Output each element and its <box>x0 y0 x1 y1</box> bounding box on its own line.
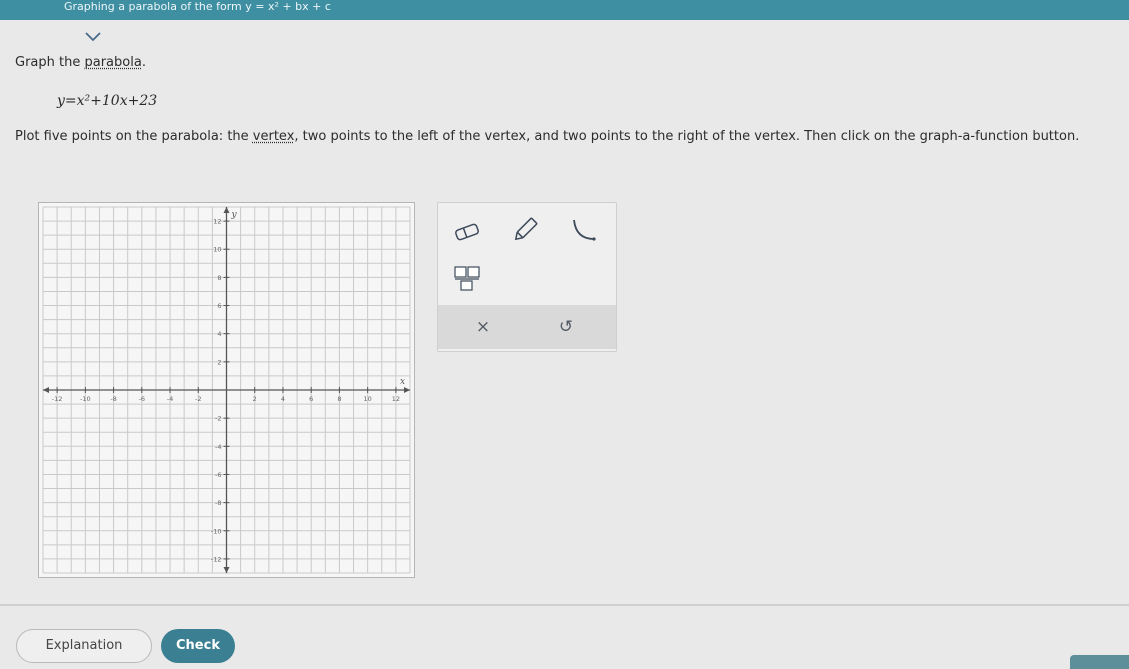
explanation-button[interactable]: Explanation <box>16 629 152 663</box>
y-tick-label: -8 <box>215 499 221 507</box>
divider <box>0 604 1129 606</box>
corner-tab <box>1070 655 1129 669</box>
y-tick-label: 2 <box>217 358 221 366</box>
y-tick-label: -2 <box>215 415 221 423</box>
header-bar: Graphing a parabola of the form y = x² +… <box>0 0 1129 20</box>
pencil-icon[interactable] <box>508 215 542 245</box>
graph-area[interactable]: x y -12 -10 -8 -6 -4 -2 2 4 6 8 10 12 12 10 8 6 4 2 -2 -4 -6 -8… <box>38 202 415 578</box>
prompt-text: Graph the <box>15 55 85 70</box>
fraction-icon[interactable] <box>450 263 484 293</box>
parabola-tool-icon[interactable] <box>566 215 600 245</box>
vertex-definition-link[interactable]: vertex <box>253 129 295 144</box>
x-tick-label: 6 <box>309 395 313 403</box>
y-tick-label: 4 <box>217 330 221 338</box>
x-tick-label: -12 <box>52 395 63 403</box>
y-tick-label: -12 <box>211 555 222 563</box>
x-tick-label: -4 <box>167 395 173 403</box>
parabola-definition-link[interactable]: parabola <box>84 55 141 70</box>
x-tick-label: -2 <box>195 395 201 403</box>
coordinate-grid[interactable]: x y -12 -10 -8 -6 -4 -2 2 4 6 8 10 12 12 10 8 6 4 2 -2 -4 -6 -8… <box>39 203 414 577</box>
y-tick-label: 8 <box>217 274 221 282</box>
y-axis-arrow <box>223 207 230 213</box>
undo-button[interactable]: ↺ <box>551 315 581 339</box>
x-tick-label: -10 <box>80 395 91 403</box>
x-tick-label: -6 <box>139 395 145 403</box>
x-tick-label: 8 <box>337 395 341 403</box>
question-prompt: Graph the parabola. <box>15 55 146 70</box>
prompt-suffix: . <box>141 55 146 70</box>
clear-button[interactable]: × <box>468 315 498 339</box>
x-tick-label: 4 <box>281 395 285 403</box>
instructions-text-end: , two points to the left of the vertex, … <box>294 129 1080 144</box>
y-tick-label: 10 <box>213 246 221 254</box>
x-tick-label: 2 <box>253 395 257 403</box>
page-title: Graphing a parabola of the form y = x² +… <box>64 0 331 13</box>
x-axis-label: x <box>400 377 405 387</box>
y-tick-label: -4 <box>215 443 221 451</box>
action-bar: × ↺ <box>438 305 616 349</box>
y-tick-label: -10 <box>211 527 222 535</box>
x-tick-label: 10 <box>364 395 372 403</box>
collapse-chevron-icon[interactable] <box>80 28 106 46</box>
y-axis-arrow <box>223 567 230 573</box>
x-tick-label: 12 <box>392 395 400 403</box>
check-button[interactable]: Check <box>161 629 235 663</box>
x-axis-arrow <box>43 387 49 393</box>
y-tick-label: 12 <box>213 218 221 226</box>
y-tick-label: 6 <box>217 302 221 310</box>
eraser-icon[interactable] <box>450 217 484 247</box>
instructions: Plot five points on the parabola: the ve… <box>15 128 1125 145</box>
tool-panel: × ↺ <box>437 202 617 352</box>
x-axis-arrow <box>404 387 410 393</box>
x-tick-label: -8 <box>110 395 116 403</box>
instructions-text: Plot five points on the parabola: the <box>15 129 253 144</box>
y-tick-label: -6 <box>215 471 221 479</box>
y-axis-label: y <box>231 210 238 220</box>
equation: y=x²+10x+23 <box>57 93 158 109</box>
